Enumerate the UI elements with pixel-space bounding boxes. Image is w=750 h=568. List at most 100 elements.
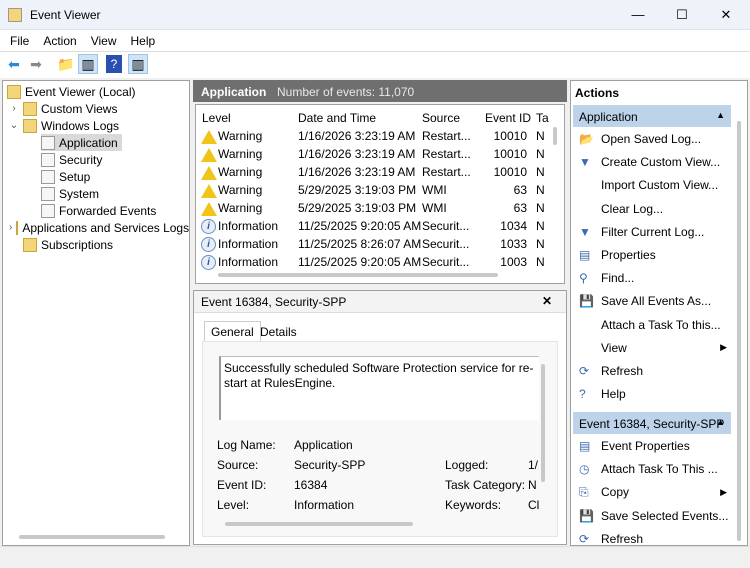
horizontal-scrollbar[interactable] — [19, 535, 165, 539]
cell-date-time: 1/16/2026 3:23:19 AM — [298, 129, 416, 143]
warning-icon — [201, 146, 217, 163]
column-level[interactable]: Level — [202, 111, 231, 125]
tree-custom-views[interactable]: › Custom Views — [9, 100, 117, 117]
cell-task: N — [536, 219, 545, 233]
log-icon — [41, 203, 55, 218]
table-row[interactable]: i Information 11/25/2025 8:26:07 AM Secu… — [196, 235, 551, 253]
detail-title: Event 16384, Security-SPP — [201, 295, 347, 309]
maximize-button[interactable]: ☐ — [662, 4, 702, 26]
action-item[interactable]: ▼ Filter Current Log... — [575, 221, 731, 243]
chevron-right-icon[interactable]: › — [9, 103, 19, 114]
action-item[interactable]: Clear Log... — [575, 198, 731, 220]
column-date-time[interactable]: Date and Time — [298, 111, 376, 125]
log-icon — [41, 169, 55, 184]
back-arrow-icon[interactable]: ⬅ — [4, 54, 24, 74]
action-item[interactable]: ▤ Event Properties — [575, 435, 731, 457]
cell-level: Information — [218, 219, 279, 233]
help-icon[interactable]: ? — [106, 55, 122, 73]
action-item[interactable]: ▤ Properties — [575, 244, 731, 266]
horizontal-scrollbar[interactable] — [225, 522, 413, 526]
vertical-scrollbar[interactable] — [541, 364, 545, 482]
cell-source: WMI — [422, 183, 447, 197]
tree-system[interactable]: System — [41, 185, 99, 202]
title-bar: Event Viewer — ☐ ✕ — [0, 0, 750, 30]
cell-source: Securit... — [422, 255, 470, 269]
minimize-button[interactable]: — — [618, 4, 658, 26]
menu-view[interactable]: View — [81, 30, 123, 48]
tree-subscriptions[interactable]: Subscriptions — [23, 236, 113, 253]
tree-forwarded-events[interactable]: Forwarded Events — [41, 202, 156, 219]
log-icon — [41, 135, 55, 150]
column-source[interactable]: Source — [422, 111, 460, 125]
level-value: Information — [294, 498, 355, 512]
folder-up-icon[interactable]: 📁 — [56, 54, 76, 74]
action-item[interactable]: ⟳ Refresh — [575, 360, 731, 382]
tree-root[interactable]: Event Viewer (Local) — [7, 83, 136, 100]
action-item[interactable]: ⚲ Find... — [575, 267, 731, 289]
table-row[interactable]: i Information 11/25/2025 9:20:05 AM Secu… — [196, 253, 551, 271]
tree-label: Security — [59, 152, 103, 167]
source-value: Security-SPP — [294, 458, 366, 472]
warning-icon — [201, 164, 217, 181]
menu-action[interactable]: Action — [33, 30, 82, 48]
action-item[interactable]: 💾 Save All Events As... — [575, 290, 731, 312]
tab-general[interactable]: General — [204, 321, 261, 342]
cell-task: N — [536, 129, 545, 143]
collapse-icon[interactable]: ▲ — [716, 110, 725, 120]
close-detail-icon[interactable]: ✕ — [542, 294, 552, 308]
chevron-right-icon[interactable]: › — [9, 222, 12, 233]
menu-bar: File Action View Help — [0, 30, 750, 52]
menu-help[interactable]: Help — [121, 30, 162, 48]
cell-task: N — [536, 237, 545, 251]
tree-setup[interactable]: Setup — [41, 168, 90, 185]
log-name-value: Application — [294, 438, 353, 452]
event-message[interactable]: Successfully scheduled Software Protecti… — [219, 356, 539, 420]
log-icon — [41, 152, 55, 167]
cell-task: N — [536, 255, 545, 269]
action-label: Create Custom View... — [601, 155, 721, 170]
tree-applications-services-logs[interactable]: › Applications and Services Logs — [9, 219, 189, 236]
table-row[interactable]: Warning 5/29/2025 3:19:03 PM WMI 63 N — [196, 181, 551, 199]
keywords-label: Keywords: — [445, 498, 502, 512]
action-item[interactable]: Import Custom View... — [575, 174, 731, 196]
menu-file[interactable]: File — [0, 30, 35, 48]
table-row[interactable]: i Information 11/25/2025 9:20:05 AM Secu… — [196, 217, 551, 235]
table-row[interactable]: Warning 1/16/2026 3:23:19 AM Restart... … — [196, 145, 551, 163]
table-row[interactable]: Warning 1/16/2026 3:23:19 AM Restart... … — [196, 127, 551, 145]
forward-arrow-icon[interactable]: ➡ — [26, 54, 46, 74]
cell-level: Warning — [218, 147, 263, 161]
action-item[interactable]: 📂 Open Saved Log... — [575, 128, 731, 150]
logged-value: 1/ — [528, 458, 539, 472]
action-item[interactable]: ▼ Create Custom View... — [575, 151, 731, 173]
tab-details[interactable]: Details — [260, 325, 297, 339]
actions-section-header[interactable]: Event 16384, Security-SPP ▲ — [573, 412, 731, 434]
show-hide-action-pane-icon[interactable]: ▥ — [128, 54, 148, 74]
collapse-icon[interactable]: ▲ — [716, 417, 725, 427]
close-button[interactable]: ✕ — [706, 4, 746, 26]
vertical-scrollbar[interactable] — [737, 121, 741, 541]
console-tree: Event Viewer (Local) › Custom Views ⌄ Wind… — [2, 80, 190, 546]
action-label: Refresh — [601, 364, 644, 378]
information-icon: i — [201, 218, 216, 234]
action-item[interactable]: ? Help — [575, 383, 731, 405]
cell-level: Warning — [218, 129, 263, 143]
folder-icon — [23, 237, 37, 252]
action-item[interactable]: View ▶ — [575, 337, 731, 359]
column-task[interactable]: Ta — [536, 111, 549, 125]
table-row[interactable]: Warning 5/29/2025 3:19:03 PM WMI 63 N — [196, 199, 551, 217]
action-item[interactable]: ◷ Attach Task To This ... — [575, 458, 731, 480]
show-hide-tree-icon[interactable]: ▥ — [78, 54, 98, 74]
action-item[interactable]: 💾 Save Selected Events... — [575, 505, 731, 527]
column-event-id[interactable]: Event ID — [485, 111, 531, 125]
actions-section-header[interactable]: Application ▲ — [573, 105, 731, 127]
tree-application[interactable]: Application — [41, 134, 122, 151]
tree-windows-logs[interactable]: ⌄ Windows Logs — [9, 117, 119, 134]
tree-security[interactable]: Security — [41, 151, 102, 168]
chevron-down-icon[interactable]: ⌄ — [9, 120, 19, 131]
horizontal-scrollbar[interactable] — [218, 273, 498, 277]
vertical-scrollbar[interactable] — [553, 127, 557, 145]
action-item[interactable]: Attach a Task To this... — [575, 314, 731, 336]
table-row[interactable]: Warning 1/16/2026 3:23:19 AM Restart... … — [196, 163, 551, 181]
cell-event-id: 10010 — [493, 129, 527, 143]
action-item[interactable]: ⎘ Copy ▶ — [575, 481, 731, 503]
